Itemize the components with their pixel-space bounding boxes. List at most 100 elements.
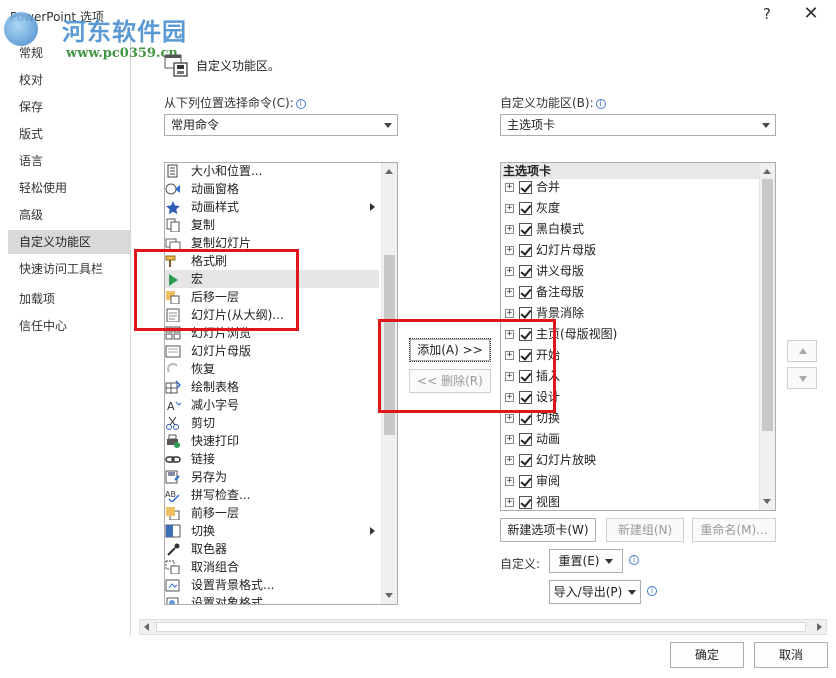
command-item[interactable]: 大小和位置... — [165, 163, 379, 180]
add-button[interactable]: 添加(A) >> — [409, 338, 491, 362]
expand-icon[interactable]: + — [505, 330, 514, 339]
sidebar-item[interactable]: 加载项 — [8, 287, 130, 311]
expand-icon[interactable]: + — [505, 498, 514, 507]
ribbon-tab-item[interactable]: + 审阅 — [501, 471, 761, 492]
ribbon-tab-item[interactable]: + 视图 — [501, 492, 761, 510]
ribbon-tab-item[interactable]: + 备注母版 — [501, 282, 761, 303]
expand-icon[interactable]: + — [505, 393, 514, 402]
tab-checkbox[interactable] — [519, 433, 532, 446]
help-button[interactable]: ? — [760, 5, 774, 23]
move-down-button[interactable] — [787, 367, 817, 389]
scroll-thumb[interactable] — [384, 255, 395, 435]
command-item[interactable]: 动画样式 — [165, 198, 379, 216]
command-item[interactable]: 设置对象格式 — [165, 594, 379, 604]
command-item[interactable]: A 减小字号 — [165, 396, 379, 414]
ribbon-tab-item[interactable]: + 背景消除 — [501, 303, 761, 324]
sidebar-item[interactable]: 高级 — [8, 203, 130, 227]
command-item[interactable]: 恢复 — [165, 360, 379, 378]
expand-icon[interactable]: + — [505, 372, 514, 381]
tab-checkbox[interactable] — [519, 391, 532, 404]
command-item[interactable]: 绘制表格 — [165, 378, 379, 396]
tab-checkbox[interactable] — [519, 307, 532, 320]
ribbon-tab-item[interactable]: + 插入 — [501, 366, 761, 387]
new-group-button[interactable]: 新建组(N) — [606, 518, 684, 542]
new-tab-button[interactable]: 新建选项卡(W) — [500, 518, 596, 542]
ok-button[interactable]: 确定 — [670, 642, 744, 668]
expand-icon[interactable]: + — [505, 414, 514, 423]
tab-checkbox[interactable] — [519, 202, 532, 215]
scroll-down-icon[interactable] — [385, 593, 393, 598]
command-item[interactable]: AB 拼写检查... — [165, 486, 379, 504]
ribbon-tabs-tree[interactable]: 主选项卡 + 合并 + 灰度 + 黑白模式 + 幻灯片母版 + 讲义母版 + 备注母版 + 背景消除 + 主页… — [500, 162, 776, 511]
scroll-right-icon[interactable] — [817, 623, 822, 631]
command-item[interactable]: 切换 — [165, 522, 379, 540]
sidebar-item[interactable]: 信任中心 — [8, 314, 130, 338]
ribbon-tab-item[interactable]: + 合并 — [501, 177, 761, 198]
command-item[interactable]: 链接 — [165, 450, 379, 468]
expand-icon[interactable]: + — [505, 267, 514, 276]
command-item[interactable]: 宏 — [165, 270, 379, 288]
command-item[interactable]: 幻灯片浏览 — [165, 324, 379, 342]
expand-icon[interactable]: + — [505, 435, 514, 444]
tab-checkbox[interactable] — [519, 412, 532, 425]
command-item[interactable]: 幻灯片(从大纲)... — [165, 306, 379, 324]
command-item[interactable]: 复制幻灯片 — [165, 234, 379, 252]
close-button[interactable]: ✕ — [800, 3, 822, 24]
choose-commands-combo[interactable]: 常用命令 — [164, 114, 398, 136]
command-item[interactable]: 设置背景格式... — [165, 576, 379, 594]
expand-icon[interactable]: + — [505, 204, 514, 213]
sidebar-item[interactable]: 自定义功能区 — [8, 230, 130, 254]
scroll-up-icon[interactable] — [763, 169, 771, 174]
command-item[interactable]: 前移一层 — [165, 504, 379, 522]
tab-checkbox[interactable] — [519, 181, 532, 194]
ribbon-tab-item[interactable]: + 设计 — [501, 387, 761, 408]
scroll-thumb[interactable] — [762, 179, 773, 431]
ribbon-tab-item[interactable]: + 动画 — [501, 429, 761, 450]
expand-icon[interactable]: + — [505, 225, 514, 234]
command-item[interactable]: 快速打印 — [165, 432, 379, 450]
tab-checkbox[interactable] — [519, 454, 532, 467]
expand-icon[interactable]: + — [505, 183, 514, 192]
sidebar-item[interactable]: 语言 — [8, 149, 130, 173]
reset-button[interactable]: 重置(E) — [549, 549, 623, 573]
tab-checkbox[interactable] — [519, 496, 532, 509]
command-item[interactable]: 取消组合 — [165, 558, 379, 576]
tab-checkbox[interactable] — [519, 244, 532, 257]
scroll-up-icon[interactable] — [385, 169, 393, 174]
move-up-button[interactable] — [787, 340, 817, 362]
tab-checkbox[interactable] — [519, 475, 532, 488]
scroll-left-icon[interactable] — [144, 623, 149, 631]
ribbon-tab-item[interactable]: + 黑白模式 — [501, 219, 761, 240]
sidebar-item[interactable]: 快速访问工具栏 — [8, 257, 130, 281]
command-item[interactable]: 格式刷 — [165, 252, 379, 270]
import-export-button[interactable]: 导入/导出(P) — [549, 580, 641, 604]
expand-icon[interactable]: + — [505, 351, 514, 360]
ribbon-tab-item[interactable]: + 讲义母版 — [501, 261, 761, 282]
command-item[interactable]: 另存为 — [165, 468, 379, 486]
ribbon-tab-item[interactable]: + 幻灯片放映 — [501, 450, 761, 471]
commands-scrollbar[interactable] — [381, 163, 397, 604]
command-item[interactable]: 取色器 — [165, 540, 379, 558]
command-item[interactable]: 后移一层 — [165, 288, 379, 306]
tree-scrollbar[interactable] — [759, 163, 775, 510]
ribbon-tab-item[interactable]: + 灰度 — [501, 198, 761, 219]
tab-checkbox[interactable] — [519, 265, 532, 278]
expand-icon[interactable]: + — [505, 456, 514, 465]
expand-icon[interactable]: + — [505, 309, 514, 318]
remove-button[interactable]: << 删除(R) — [409, 369, 491, 393]
ribbon-tab-item[interactable]: + 主页(母版视图) — [501, 324, 761, 345]
expand-icon[interactable]: + — [505, 288, 514, 297]
cancel-button[interactable]: 取消 — [754, 642, 828, 668]
expand-icon[interactable]: + — [505, 477, 514, 486]
commands-listbox[interactable]: 大小和位置... 动画窗格 动画样式 复制 复制幻灯片 格式刷宏后移一层 幻灯片(从大纲).… — [164, 162, 398, 605]
command-item[interactable]: 剪切 — [165, 414, 379, 432]
tab-checkbox[interactable] — [519, 286, 532, 299]
sidebar-item[interactable]: 校对 — [8, 68, 130, 92]
tab-checkbox[interactable] — [519, 328, 532, 341]
ribbon-tab-item[interactable]: + 开始 — [501, 345, 761, 366]
customize-ribbon-combo[interactable]: 主选项卡 — [500, 114, 776, 136]
tab-checkbox[interactable] — [519, 349, 532, 362]
rename-button[interactable]: 重命名(M)... — [692, 518, 776, 542]
scroll-thumb[interactable] — [156, 622, 806, 632]
ribbon-tab-item[interactable]: + 切换 — [501, 408, 761, 429]
